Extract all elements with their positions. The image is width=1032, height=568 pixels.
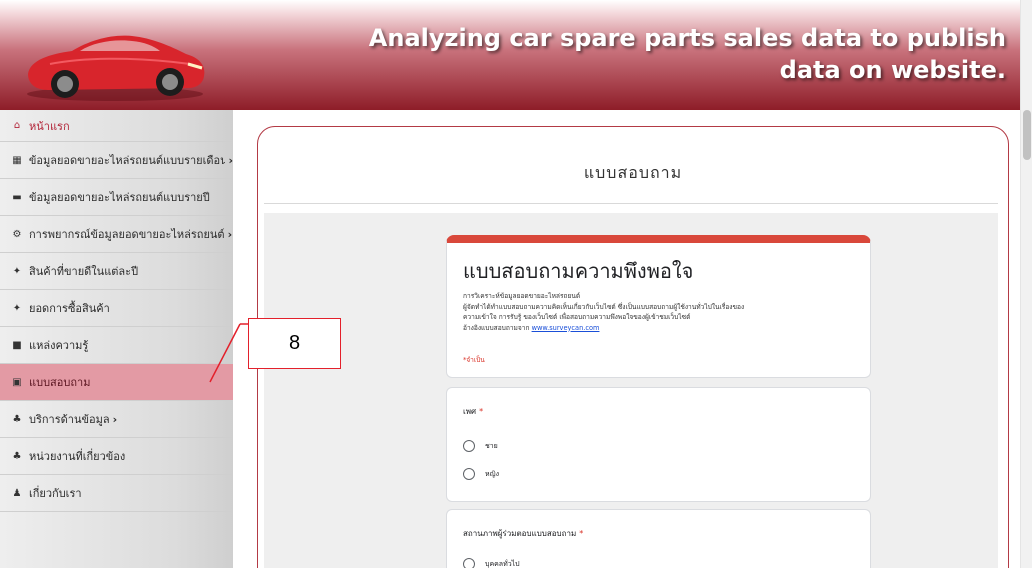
site-title: Analyzing car spare parts sales data to … [368,24,1006,84]
calendar-icon: ▬ [12,191,22,203]
sidebar-item-monthly-sales[interactable]: ▦ ข้อมูลยอดขายอะไหล่รถยนต์แบบรายเดือน › [0,142,233,179]
sidebar-item-label: หน้าแรก [29,119,70,133]
site-header: Analyzing car spare parts sales data to … [0,0,1020,110]
sidebar-item-label: แหล่งความรู้ [29,339,89,352]
radio-option-general-public[interactable]: บุคคลทั่วไป [463,558,520,568]
sidebar-nav: ⌂ หน้าแรก ▦ ข้อมูลยอดขายอะไหล่รถยนต์แบบร… [0,110,233,568]
sidebar-item-best-sellers[interactable]: ✦ สินค้าที่ขายดีในแต่ละปี [0,253,233,290]
magic-wand-icon: ✦ [12,302,22,314]
required-note: *จำเป็น [463,356,485,364]
page-scrollbar[interactable] [1020,0,1032,568]
sitemap-icon: ♣ [12,450,22,462]
required-star: * [579,529,584,538]
sidebar-item-label: หน่วยงานที่เกี่ยวข้อง [29,450,126,463]
form-desc-ref: อ้างอิงแบบสอบถามจาก [463,323,530,332]
main-content: แบบสอบถาม แบบสอบถามความพึงพอใจ การวิเครา… [233,110,1020,568]
book-icon: ■ [12,339,22,351]
sidebar-item-label: ข้อมูลยอดขายอะไหล่รถยนต์แบบรายเดือน [28,154,226,167]
sidebar-item-label: ข้อมูลยอดขายอะไหล่รถยนต์แบบรายปี [29,191,210,204]
sidebar-item-label: การพยากรณ์ข้อมูลยอดขายอะไหล่รถยนต์ [29,228,225,241]
sidebar-item-label: ยอดการซื้อสินค้า [29,302,110,315]
chevron-right-icon: › [112,412,118,426]
user-icon: ♟ [12,487,22,499]
question-card-gender: เพศ * ชาย หญิง [446,387,871,502]
form-description: การวิเคราะห์ข้อมูลยอดขายอะไหล่รถยนต์ ผู้… [463,291,863,333]
sidebar-item-label: สินค้าที่ขายดีในแต่ละปี [29,265,139,278]
option-label: ชาย [485,441,498,450]
form-title: แบบสอบถามความพึงพอใจ [463,259,694,283]
sidebar-item-label: แบบสอบถาม [29,376,91,389]
home-icon: ⌂ [13,120,21,131]
calendar-icon: ▦ [12,154,22,166]
radio-button[interactable] [463,440,475,452]
sidebar-item-purchases[interactable]: ✦ ยอดการซื้อสินค้า [0,290,233,327]
question-text: สถานภาพผู้ร่วมตอบแบบสอบถาม [463,529,577,538]
chevron-right-icon: › [227,227,233,241]
sidebar-item-label: เกี่ยวกับเรา [29,487,82,500]
sidebar-item-about-us[interactable]: ♟ เกี่ยวกับเรา [0,475,233,512]
magic-wand-icon: ✦ [12,265,22,277]
callout-number: 8 [288,332,301,354]
sidebar-item-label: บริการด้านข้อมูล [29,413,110,426]
radio-option-female[interactable]: หญิง [463,468,499,480]
sports-car-logo [27,35,205,101]
sidebar-item-home[interactable]: ⌂ หน้าแรก [0,110,233,142]
form-desc-line: ความเข้าใจ การรับรู้ ของเว็บไซต์ เพื่อสอ… [463,313,691,321]
form-desc-line: ผู้จัดทำได้ทำแบบสอบถามความคิดเห็นเกี่ยวก… [463,302,745,311]
sidebar-item-knowledge[interactable]: ■ แหล่งความรู้ [0,327,233,364]
required-star: * [479,407,484,416]
embedded-google-form[interactable]: แบบสอบถามความพึงพอใจ การวิเคราะห์ข้อมูลย… [264,213,998,568]
sidebar-item-yearly-sales[interactable]: ▬ ข้อมูลยอดขายอะไหล่รถยนต์แบบรายปี [0,179,233,216]
sidebar-item-forecast[interactable]: ⚙ การพยากรณ์ข้อมูลยอดขายอะไหล่รถยนต์ › [0,216,233,253]
questionnaire-panel: แบบสอบถาม แบบสอบถามความพึงพอใจ การวิเครา… [257,126,1009,568]
page-title: แบบสอบถาม [583,163,683,182]
radio-button[interactable] [463,468,475,480]
radio-button[interactable] [463,558,475,568]
scrollbar-thumb[interactable] [1023,110,1031,160]
question-label: เพศ * [463,405,483,418]
surveycan-link[interactable]: www.surveycan.com [532,324,600,332]
callout-number-box: 8 [248,318,341,369]
sidebar-item-questionnaire[interactable]: ▣ แบบสอบถาม [0,364,233,401]
sidebar-item-data-services[interactable]: ♣ บริการด้านข้อมูล › [0,401,233,438]
option-label: บุคคลทั่วไป [485,559,520,568]
form-header-card: แบบสอบถามความพึงพอใจ การวิเคราะห์ข้อมูลย… [446,235,871,378]
option-label: หญิง [485,469,499,478]
sidebar-item-related-agencies[interactable]: ♣ หน่วยงานที่เกี่ยวข้อง [0,438,233,475]
question-text: เพศ [463,407,477,416]
radio-option-male[interactable]: ชาย [463,440,498,452]
form-desc-line: อ้างอิงแบบสอบถามจาก www.surveycan.com [463,323,863,334]
question-card-status: สถานภาพผู้ร่วมตอบแบบสอบถาม * บุคคลทั่วไป [446,509,871,568]
form-desc-line: การวิเคราะห์ข้อมูลยอดขายอะไหล่รถยนต์ [463,292,581,300]
document-icon: ▣ [12,376,22,388]
sitemap-icon: ♣ [12,413,22,425]
question-label: สถานภาพผู้ร่วมตอบแบบสอบถาม * [463,527,583,540]
network-icon: ⚙ [12,228,22,240]
divider [264,203,998,204]
